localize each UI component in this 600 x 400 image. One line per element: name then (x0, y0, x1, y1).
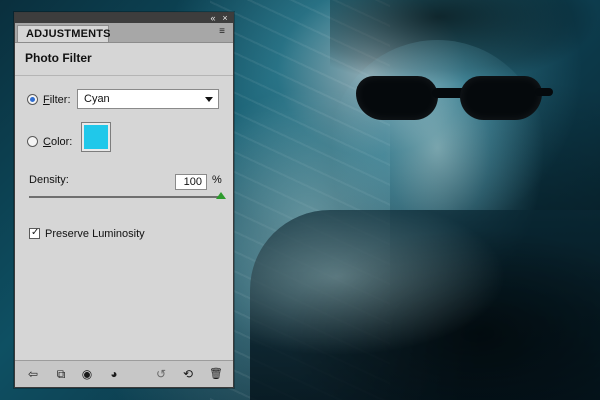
filter-dropdown-value: Cyan (84, 93, 110, 105)
panel-title: Photo Filter (25, 51, 92, 65)
clip-to-layer-icon[interactable]: ◉ (79, 367, 95, 381)
density-unit: % (212, 174, 222, 186)
color-label: Color: (43, 136, 72, 148)
coat (250, 210, 600, 400)
panel-menu-icon[interactable]: ≡ (215, 26, 229, 38)
density-slider-handle[interactable] (216, 192, 226, 199)
back-arrow-icon[interactable]: ⇦ (25, 367, 41, 381)
visibility-eye-icon[interactable]: ◕ (106, 367, 122, 381)
filter-dropdown[interactable]: Cyan (77, 89, 219, 109)
checkbox-check-icon: ✓ (31, 227, 40, 238)
density-row: Density: 100 % (15, 168, 233, 196)
previous-state-icon[interactable]: ↺ (153, 367, 169, 381)
filter-radio[interactable] (27, 94, 38, 105)
panel-bottom-toolbar: ⇦ ⧉ ◉ ◕ ↺ ⟲ 🗑 (15, 360, 233, 387)
color-label-rest: olor: (50, 136, 73, 148)
filter-label-rest: ilter: (49, 94, 71, 106)
density-slider-fill (29, 196, 221, 198)
preserve-luminosity-checkbox[interactable]: ✓ (29, 227, 40, 239)
color-swatch (84, 125, 108, 149)
sunglasses-left-lens (356, 76, 438, 120)
sunglasses (350, 70, 553, 122)
density-slider-row (15, 192, 233, 216)
filter-label-underlined: F (43, 94, 50, 106)
color-row: Color: (15, 122, 233, 158)
panel-topbar: « × (15, 13, 233, 23)
reset-icon[interactable]: ⟲ (180, 367, 196, 381)
sunglasses-right-lens (460, 76, 542, 120)
expand-view-icon[interactable]: ⧉ (53, 367, 69, 381)
color-label-underlined: C (43, 136, 51, 148)
preserve-luminosity-label: Preserve Luminosity (45, 228, 145, 240)
filter-row: Filter: Cyan (15, 88, 233, 116)
tab-adjustments[interactable]: ADJUSTMENTS (17, 25, 111, 42)
density-label-rest: ensity: (36, 174, 69, 186)
trash-icon[interactable]: 🗑 (208, 367, 224, 381)
dropdown-arrow-icon (205, 97, 213, 102)
preserve-luminosity-row: ✓ Preserve Luminosity (15, 224, 233, 252)
density-label: Density: (29, 174, 69, 186)
sunglasses-temple (535, 88, 553, 96)
density-label-underlined: D (29, 174, 37, 186)
adjustments-panel: « × ADJUSTMENTS ≡ Photo Filter Filter: C… (14, 12, 234, 388)
panel-tab-row: ADJUSTMENTS ≡ (15, 23, 233, 43)
filter-label: Filter: (43, 94, 71, 106)
density-input[interactable]: 100 (175, 174, 207, 190)
density-slider-track[interactable] (29, 192, 226, 199)
color-radio[interactable] (27, 136, 38, 147)
color-swatch-button[interactable] (81, 122, 111, 152)
